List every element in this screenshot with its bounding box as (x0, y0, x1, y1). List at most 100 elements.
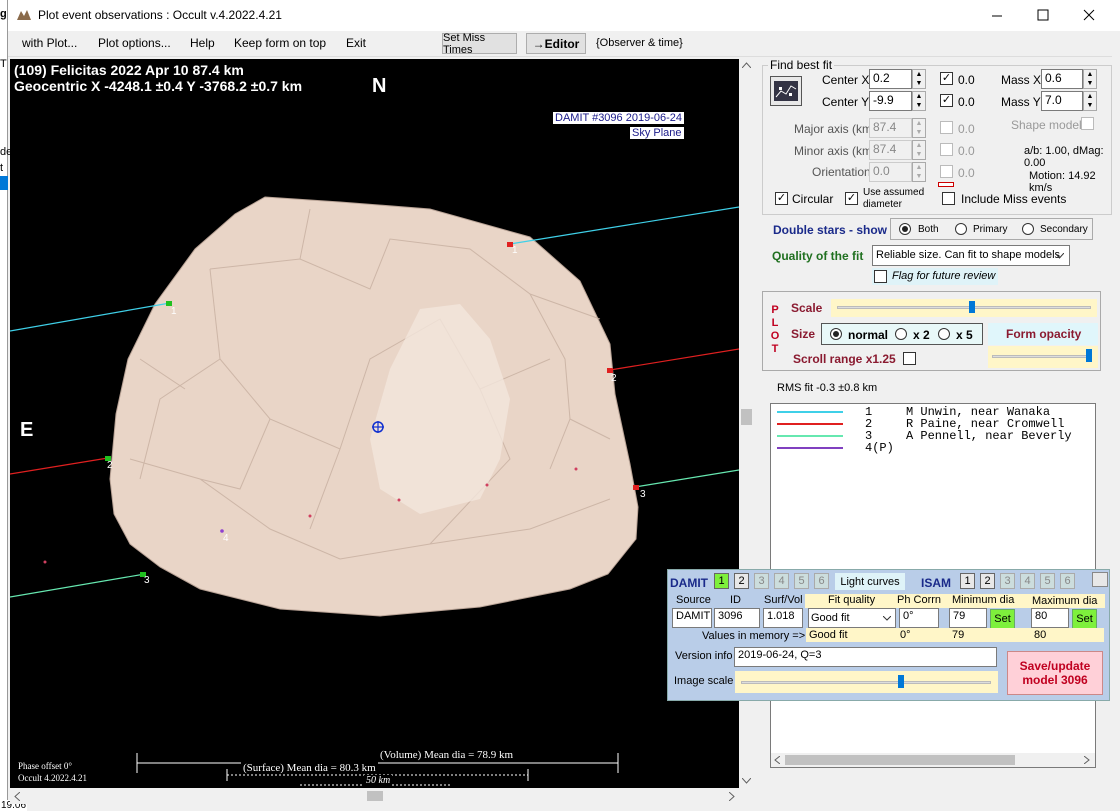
center-x-spinner[interactable]: ▲ ▼ (912, 69, 926, 89)
scroll-right-icon[interactable] (1084, 756, 1090, 764)
scroll-left-icon[interactable] (774, 756, 780, 764)
menu-with-plot[interactable]: with Plot... (22, 36, 77, 50)
ph-corr-field[interactable]: 0° (899, 608, 939, 628)
size-x5-label: x 5 (956, 328, 973, 342)
menu-keep-on-top[interactable]: Keep form on top (234, 36, 326, 50)
source-field[interactable]: DAMIT (672, 608, 712, 628)
isam-tab-1[interactable]: 1 (960, 573, 975, 589)
quality-fit-select[interactable]: Reliable size. Can fit to shape models (872, 245, 1070, 266)
damit-tab-6[interactable]: 6 (814, 573, 829, 589)
menu-exit[interactable]: Exit (346, 36, 366, 50)
isam-tab-6[interactable]: 6 (1060, 573, 1075, 589)
damit-tab-5[interactable]: 5 (794, 573, 809, 589)
secondary-radio[interactable] (1022, 223, 1034, 238)
bg-fragment: t (0, 162, 4, 174)
scroll-range-label: Scroll range x1.25 (793, 352, 896, 366)
minor-axis-checkbox[interactable] (940, 143, 953, 156)
shape-model-checkbox[interactable] (1081, 117, 1094, 130)
set-min-dia-button[interactable]: Set (990, 609, 1015, 629)
form-opacity-slider[interactable] (988, 346, 1098, 368)
scroll-right-icon[interactable] (729, 792, 735, 801)
light-curves-button[interactable]: Light curves (835, 573, 905, 590)
maximize-icon[interactable] (1037, 9, 1049, 21)
set-miss-times-button[interactable]: Set Miss Times (442, 32, 517, 56)
horizontal-scroll-thumb[interactable] (367, 791, 383, 801)
center-y-checkbox[interactable]: ✓ (940, 94, 953, 107)
major-axis-checkbox[interactable] (940, 121, 953, 134)
both-radio[interactable] (899, 223, 911, 238)
legend-number: 4(P) (865, 441, 894, 455)
orientation-input[interactable]: 0.0 (869, 162, 912, 182)
save-update-button[interactable]: Save/update model 3096 (1007, 651, 1103, 695)
isam-tab-2[interactable]: 2 (980, 573, 995, 589)
panel-close-button[interactable] (1092, 572, 1108, 587)
center-y-input[interactable]: -9.9 (869, 91, 912, 111)
north-label: N (372, 75, 387, 97)
primary-radio[interactable] (955, 223, 967, 238)
flag-review-checkbox[interactable] (874, 270, 887, 283)
damit-plot-label: DAMIT #3096 2019-06-24 (553, 112, 684, 124)
min-dia-field[interactable]: 79 (949, 608, 987, 628)
major-axis-spinner[interactable]: ▲ ▼ (912, 118, 926, 138)
mass-x-input[interactable]: 0.6 (1041, 69, 1083, 89)
surfvol-field[interactable]: 1.018 (763, 608, 803, 628)
editor-button[interactable]: →Editor (526, 33, 586, 54)
version-info-field[interactable]: 2019-06-24, Q=3 (734, 647, 997, 667)
circular-checkbox[interactable]: ✓ (775, 192, 788, 205)
damit-tab-3[interactable]: 3 (754, 573, 769, 589)
orientation-checkbox[interactable] (940, 165, 953, 178)
mass-y-input[interactable]: 7.0 (1041, 91, 1083, 111)
isam-tab-5[interactable]: 5 (1040, 573, 1055, 589)
image-scale-thumb[interactable] (898, 675, 904, 688)
image-scale-slider[interactable] (735, 671, 998, 693)
include-miss-checkbox[interactable] (942, 192, 955, 205)
fit-quality-select[interactable]: Good fit (808, 608, 896, 628)
menu-help[interactable]: Help (190, 36, 215, 50)
legend-scroll-thumb[interactable] (785, 755, 1015, 765)
minor-axis-spinner[interactable]: ▲ ▼ (912, 140, 926, 160)
damit-tab-4[interactable]: 4 (774, 573, 789, 589)
scale-slider[interactable] (831, 299, 1097, 317)
minor-axis-input[interactable]: 87.4 (869, 140, 912, 160)
use-assumed-checkbox[interactable]: ✓ (845, 192, 858, 205)
damit-tab-1[interactable]: 1 (714, 573, 729, 589)
close-icon[interactable] (1083, 9, 1095, 21)
diameter-text: diameter (863, 199, 902, 210)
id-header: ID (730, 594, 741, 606)
legend-hscroll[interactable] (771, 753, 1095, 767)
opacity-slider-thumb[interactable] (1086, 349, 1092, 362)
orientation-spinner[interactable]: ▲ ▼ (912, 162, 926, 182)
vertical-scroll-thumb[interactable] (741, 409, 752, 425)
bg-fragment: g (0, 8, 7, 20)
isam-tab-4[interactable]: 4 (1020, 573, 1035, 589)
set-max-dia-button[interactable]: Set (1072, 609, 1097, 629)
scroll-left-icon[interactable] (14, 792, 20, 801)
mass-y-spinner[interactable]: ▲ ▼ (1083, 91, 1097, 111)
center-x-checkbox[interactable]: ✓ (940, 72, 953, 85)
center-y-spinner[interactable]: ▲ ▼ (912, 91, 926, 111)
scale-label: Scale (791, 301, 823, 315)
size-x5-radio[interactable] (938, 328, 950, 343)
size-normal-radio[interactable] (830, 328, 842, 343)
mass-x-spinner[interactable]: ▲ ▼ (1083, 69, 1097, 89)
plot-canvas[interactable]: (109) Felicitas 2022 Apr 10 87.4 km Geoc… (10, 59, 739, 788)
max-dia-field[interactable]: 80 (1031, 608, 1069, 628)
scroll-up-icon[interactable] (742, 62, 751, 68)
size-x2-radio[interactable] (895, 328, 907, 343)
scroll-down-icon[interactable] (742, 778, 751, 784)
isam-title: ISAM (921, 576, 951, 590)
title-bar[interactable]: Plot event observations : Occult v.4.202… (8, 0, 1120, 31)
minimize-icon[interactable] (991, 10, 1003, 22)
menu-plot-options[interactable]: Plot options... (98, 36, 171, 50)
double-stars-options: Both Primary Secondary (890, 218, 1093, 240)
horizontal-scrollbar[interactable] (10, 788, 739, 804)
scroll-range-checkbox[interactable] (903, 352, 916, 365)
observer-time-label[interactable]: {Observer & time} (596, 37, 683, 49)
id-field[interactable]: 3096 (714, 608, 760, 628)
best-fit-button[interactable] (770, 76, 802, 106)
center-x-input[interactable]: 0.2 (869, 69, 912, 89)
major-axis-input[interactable]: 87.4 (869, 118, 912, 138)
damit-tab-2[interactable]: 2 (734, 573, 749, 589)
isam-tab-3[interactable]: 3 (1000, 573, 1015, 589)
scale-slider-thumb[interactable] (969, 301, 975, 313)
